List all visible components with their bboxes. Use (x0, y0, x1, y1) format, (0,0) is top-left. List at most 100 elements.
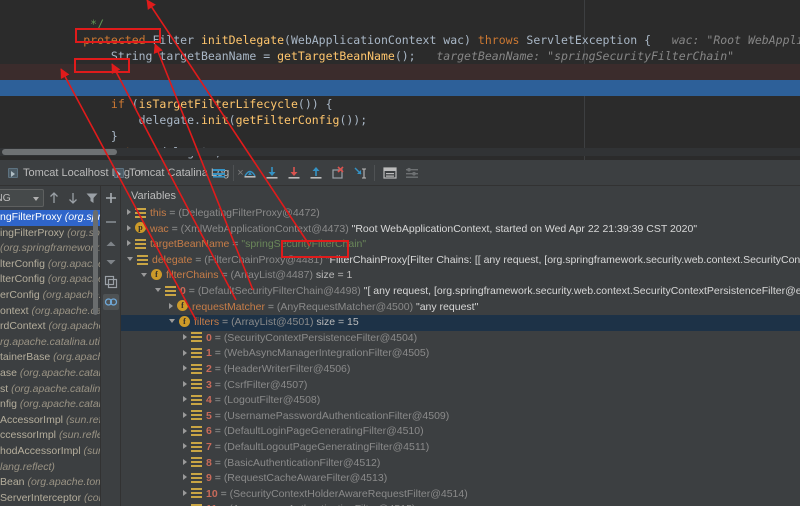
frame-row[interactable]: lang.reflect) (0, 460, 100, 476)
editor-hscroll-thumb[interactable] (2, 149, 117, 155)
variable-row[interactable]: ffilterChains = (ArrayList@4487) size = … (121, 268, 800, 284)
tree-expand-right-icon[interactable] (169, 303, 173, 309)
frame-up-icon[interactable] (46, 190, 62, 206)
frame-row[interactable]: Bean (org.apache.tomcat.u (0, 475, 100, 491)
tree-expand-right-icon[interactable] (183, 428, 187, 434)
frame-row[interactable]: rg.apache.catalina.util) (0, 335, 100, 351)
debug-tab-bar: Tomcat Localhost Log × Tomcat Catalina L… (0, 160, 800, 186)
variable-row[interactable]: 8 = (BasicAuthenticationFilter@4512) (121, 456, 800, 472)
copy-icon[interactable] (103, 274, 119, 290)
tree-expand-down-icon[interactable] (141, 273, 147, 277)
code-line-close-brace-inner[interactable]: } (0, 112, 800, 128)
tree-expand-right-icon[interactable] (183, 474, 187, 480)
step-over-icon[interactable] (242, 165, 258, 181)
filter-icon[interactable] (84, 190, 100, 206)
code-line-return-delegate[interactable]: return delegate; (0, 128, 800, 144)
code-line-comment-end[interactable]: */ (0, 0, 800, 16)
run-to-cursor-icon[interactable] (352, 165, 368, 181)
array-value-icon (165, 285, 176, 296)
tree-expand-down-icon[interactable] (155, 288, 161, 292)
tree-expand-right-icon[interactable] (183, 459, 187, 465)
variable-row[interactable]: 10 = (SecurityContextHolderAwareRequestF… (121, 487, 800, 503)
variable-row[interactable]: 7 = (DefaultLogoutPageGeneratingFilter@4… (121, 440, 800, 456)
frame-row[interactable]: ngFilterProxy (org.springfr (0, 210, 100, 226)
variable-row[interactable]: 0 = (SecurityContextPersistenceFilter@45… (121, 331, 800, 347)
code-editor[interactable]: */ protected Filter initDelegate(WebAppl… (0, 0, 800, 160)
move-down-icon[interactable] (103, 254, 119, 270)
tree-expand-right-icon[interactable] (183, 412, 187, 418)
frame-row[interactable]: tainerBase (org.apache.cat (0, 350, 100, 366)
variable-row[interactable]: targetBeanName = "springSecurityFilterCh… (121, 237, 800, 253)
settings-icon[interactable] (404, 165, 420, 181)
frame-row[interactable]: rdContext (org.apache.cata (0, 319, 100, 335)
code-line-string-targetbeanname[interactable]: String targetBeanName = getTargetBeanNam… (0, 32, 800, 48)
tree-expand-right-icon[interactable] (183, 396, 187, 402)
frame-row[interactable]: lterConfig (org.apache.cat (0, 257, 100, 273)
variable-row[interactable]: frequestMatcher = (AnyRequestMatcher@450… (121, 300, 800, 316)
variables-panel[interactable]: Variables this = (DelegatingFilterProxy@… (120, 186, 800, 506)
step-out-icon[interactable] (308, 165, 324, 181)
drop-frame-icon[interactable] (330, 165, 346, 181)
code-line-assert-state[interactable]: Assert.state(expression: targetBeanName … (0, 48, 800, 64)
tree-expand-down-icon[interactable] (169, 319, 175, 323)
frame-row[interactable]: erConfig (org.apache.catal (0, 288, 100, 304)
code-line-method-signature[interactable]: protected Filter initDelegate(WebApplica… (0, 16, 800, 32)
frame-row[interactable]: ingFilterProxy (org.springf (0, 226, 100, 242)
frame-row[interactable]: AccessorImpl (sun.reflect) (0, 413, 100, 429)
tree-expand-right-icon[interactable] (183, 490, 187, 496)
code-line-delegate-init[interactable]: delegate.init(getFilterConfig()); (0, 96, 800, 112)
variable-row[interactable]: 4 = (LogoutFilter@4508) (121, 393, 800, 409)
variable-row[interactable]: delegate = (FilterChainProxy@4481) "Filt… (121, 253, 800, 269)
tree-expand-right-icon[interactable] (183, 365, 187, 371)
watches-icon[interactable] (103, 294, 119, 310)
tree-expand-right-icon[interactable] (183, 381, 187, 387)
frame-row[interactable]: nfig (org.apache.catalina.s (0, 397, 100, 413)
tree-expand-right-icon[interactable] (183, 443, 187, 449)
variable-row[interactable]: ffilters = (ArrayList@4501) size = 15 (121, 315, 800, 331)
tree-expand-right-icon[interactable] (183, 334, 187, 340)
variable-row[interactable]: 2 = (HeaderWriterFilter@4506) (121, 362, 800, 378)
move-up-icon[interactable] (103, 236, 119, 252)
thread-selector-dropdown[interactable]: NNING (0, 189, 44, 207)
tree-expand-right-icon[interactable] (127, 209, 131, 215)
array-value-icon (191, 331, 202, 342)
tab-tomcat-catalina-log[interactable]: Tomcat Catalina Log × (110, 160, 248, 186)
frame-row[interactable]: lterConfig (org.apache.cat (0, 272, 100, 288)
evaluate-expression-icon[interactable] (382, 165, 398, 181)
frames-vertical-scrollbar[interactable] (93, 210, 98, 506)
variable-row[interactable]: 0 = (DefaultSecurityFilterChain@4498) "[… (121, 284, 800, 300)
variables-tree[interactable]: this = (DelegatingFilterProxy@4472) pwac… (121, 206, 800, 506)
frame-row[interactable]: (org.springframework.we (0, 241, 100, 257)
remove-icon[interactable] (103, 214, 119, 230)
frames-list[interactable]: ngFilterProxy (org.springfringFilterProx… (0, 210, 100, 506)
frame-row[interactable]: ontext (org.apache.catalin (0, 304, 100, 320)
add-icon[interactable] (103, 190, 119, 206)
tree-expand-right-icon[interactable] (127, 240, 131, 246)
chevron-down-icon (33, 197, 39, 201)
frames-panel[interactable]: NNING (0, 186, 100, 506)
editor-horizontal-scrollbar[interactable] (0, 148, 800, 156)
tree-expand-right-icon[interactable] (127, 225, 131, 231)
variable-row[interactable]: 11 = (AnonymousAuthenticationFilter@4515… (121, 502, 800, 506)
frame-row[interactable]: ase (org.apache.catalina.co (0, 366, 100, 382)
variable-row[interactable]: 1 = (WebAsyncManagerIntegrationFilter@45… (121, 346, 800, 362)
variable-row[interactable]: pwac = (XmlWebApplicationContext@4473) "… (121, 222, 800, 238)
variable-row[interactable]: 5 = (UsernamePasswordAuthenticationFilte… (121, 409, 800, 425)
frames-vscroll-thumb[interactable] (93, 210, 98, 315)
tree-expand-down-icon[interactable] (127, 257, 133, 261)
force-step-into-icon[interactable] (286, 165, 302, 181)
frame-row[interactable]: st (org.apache.catalina.cor (0, 382, 100, 398)
code-line-if-istargetfilterlifecycle[interactable]: if (isTargetFilterLifecycle()) { (0, 80, 800, 96)
tree-expand-right-icon[interactable] (183, 350, 187, 356)
code-line-filter-delegate[interactable]: Filter delegate = wac.getBean(targetBean… (0, 64, 800, 80)
show-execution-point-icon[interactable] (211, 165, 227, 181)
variable-row[interactable]: 9 = (RequestCacheAwareFilter@4513) (121, 471, 800, 487)
variable-row[interactable]: 6 = (DefaultLoginPageGeneratingFilter@45… (121, 424, 800, 440)
step-into-icon[interactable] (264, 165, 280, 181)
frame-row[interactable]: hodAccessorImpl (sun.refle (0, 444, 100, 460)
variable-row[interactable]: 3 = (CsrfFilter@4507) (121, 378, 800, 394)
variable-row[interactable]: this = (DelegatingFilterProxy@4472) (121, 206, 800, 222)
frame-row[interactable]: ccessorImpl (sun.reflect) (0, 428, 100, 444)
frame-row[interactable]: ServerInterceptor (com.su (0, 491, 100, 506)
frame-down-icon[interactable] (65, 190, 81, 206)
